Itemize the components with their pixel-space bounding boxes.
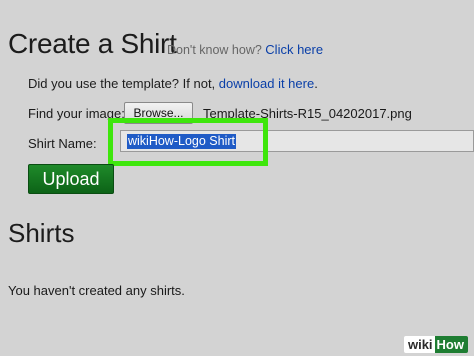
template-suffix: . bbox=[314, 76, 318, 91]
find-image-label: Find your image: bbox=[28, 106, 125, 121]
help-prefix: Don't know how? bbox=[167, 43, 262, 57]
click-here-link[interactable]: Click here bbox=[265, 42, 323, 57]
shirt-name-input[interactable]: wikiHow-Logo Shirt bbox=[120, 130, 474, 152]
help-hint: Don't know how? Click here bbox=[167, 42, 323, 57]
no-shirts-message: You haven't created any shirts. bbox=[8, 283, 185, 298]
shirts-section-title: Shirts bbox=[8, 218, 75, 248]
template-prompt-text: Did you use the template? If not, bbox=[28, 76, 216, 91]
shirt-name-label: Shirt Name: bbox=[28, 136, 97, 151]
template-prompt: Did you use the template? If not, downlo… bbox=[28, 76, 318, 91]
browse-button[interactable]: Browse... bbox=[124, 102, 193, 124]
wikihow-watermark: wiki How bbox=[403, 336, 468, 353]
download-template-link[interactable]: download it here bbox=[219, 76, 314, 91]
shirt-name-selected-text: wikiHow-Logo Shirt bbox=[127, 134, 236, 149]
page-title: Create a Shirt bbox=[8, 28, 177, 59]
selected-file-name: Template-Shirts-R15_04202017.png bbox=[203, 106, 412, 121]
watermark-part-2: How bbox=[434, 336, 468, 353]
upload-button[interactable]: Upload bbox=[28, 164, 114, 194]
watermark-part-1: wiki bbox=[403, 336, 435, 353]
